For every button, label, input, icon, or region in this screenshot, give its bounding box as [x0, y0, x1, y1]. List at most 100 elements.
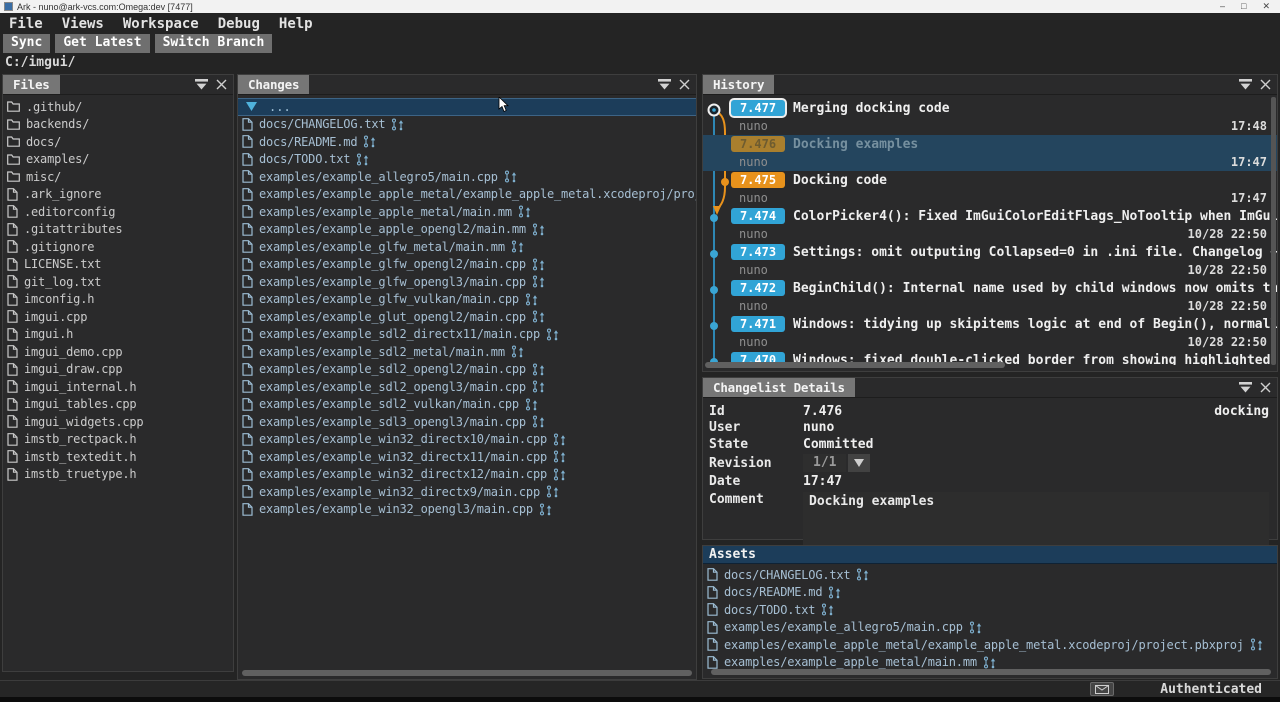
file-tree-item[interactable]: .gitattributes [3, 221, 233, 239]
file-tree-item[interactable]: imgui.h [3, 326, 233, 344]
file-tree-item[interactable]: imstb_textedit.h [3, 448, 233, 466]
history-entry[interactable]: 7.473 Settings: omit outputing Collapsed… [703, 243, 1277, 279]
changed-file-row[interactable]: examples/example_win32_directx12/main.cp… [238, 466, 696, 484]
file-tree-item[interactable]: imgui.cpp [3, 308, 233, 326]
changed-file-row[interactable]: examples/example_sdl2_vulkan/main.cpp [238, 396, 696, 414]
expand-triangle-icon[interactable] [246, 102, 257, 111]
history-entry[interactable]: 7.471 Windows: tidying up skipitems logi… [703, 315, 1277, 351]
filter-icon[interactable] [658, 79, 671, 90]
asset-row[interactable]: docs/TODO.txt [703, 601, 1277, 619]
filter-icon[interactable] [195, 79, 208, 90]
menu-item[interactable]: Workspace [123, 16, 199, 32]
changed-file-row[interactable]: examples/example_win32_directx11/main.cp… [238, 448, 696, 466]
file-tree-item[interactable]: misc/ [3, 168, 233, 186]
assets-header: Assets [703, 546, 1277, 564]
file-tree-item[interactable]: docs/ [3, 133, 233, 151]
history-entry[interactable]: 7.476 Docking examples nuno 17:47 [703, 135, 1277, 171]
asset-row[interactable]: examples/example_allegro5/main.cpp [703, 619, 1277, 637]
file-tree-item[interactable]: imgui_demo.cpp [3, 343, 233, 361]
file-name: .github/ [26, 100, 82, 114]
changed-file-row[interactable]: docs/CHANGELOG.txt [238, 116, 696, 134]
file-tree-item[interactable]: .gitignore [3, 238, 233, 256]
dropdown-arrow-icon[interactable] [848, 454, 870, 472]
file-tree-item[interactable]: .ark_ignore [3, 186, 233, 204]
file-tree-item[interactable]: imgui_internal.h [3, 378, 233, 396]
file-tree-item[interactable]: imconfig.h [3, 291, 233, 309]
window-close-icon[interactable]: ✕ [1262, 1, 1270, 12]
changed-file-row[interactable]: examples/example_allegro5/main.cpp [238, 168, 696, 186]
file-tree-item[interactable]: imgui_tables.cpp [3, 396, 233, 414]
changed-file-row[interactable]: examples/example_win32_directx10/main.cp… [238, 431, 696, 449]
file-name: imgui.h [24, 327, 73, 341]
filter-icon[interactable] [1239, 79, 1252, 90]
toolbar-button[interactable]: Get Latest [55, 34, 149, 53]
changes-group-row[interactable]: ... [238, 98, 696, 116]
history-entry[interactable]: 7.477 Merging docking code nuno 17:48 [703, 99, 1277, 135]
changed-file-row[interactable]: examples/example_apple_metal/main.mm [238, 203, 696, 221]
tab-changes[interactable]: Changes [238, 75, 309, 94]
file-tree-item[interactable]: git_log.txt [3, 273, 233, 291]
changed-file-row[interactable]: examples/example_glfw_vulkan/main.cpp [238, 291, 696, 309]
changed-file-row[interactable]: docs/TODO.txt [238, 151, 696, 169]
menu-item[interactable]: Help [279, 16, 313, 32]
changed-file-row[interactable]: examples/example_sdl2_opengl3/main.cpp [238, 378, 696, 396]
menu-item[interactable]: Views [62, 16, 104, 32]
changed-file-row[interactable]: docs/README.md [238, 133, 696, 151]
close-icon[interactable] [216, 79, 227, 90]
toolbar-button[interactable]: Switch Branch [155, 34, 273, 53]
asset-row[interactable]: docs/README.md [703, 584, 1277, 602]
changed-file-row[interactable]: examples/example_win32_directx9/main.cpp [238, 483, 696, 501]
history-entry[interactable]: 7.475 Docking code nuno 17:47 [703, 171, 1277, 207]
comment-textarea[interactable]: Docking examples [803, 492, 1269, 548]
menu-item[interactable]: Debug [218, 16, 260, 32]
file-tree-item[interactable]: imstb_rectpack.h [3, 431, 233, 449]
changed-file-row[interactable]: examples/example_apple_opengl2/main.mm [238, 221, 696, 239]
menu-item[interactable]: File [9, 16, 43, 32]
changed-file-row[interactable]: examples/example_sdl2_directx11/main.cpp [238, 326, 696, 344]
file-tree-item[interactable]: imgui_draw.cpp [3, 361, 233, 379]
file-icon [242, 310, 253, 323]
asset-row[interactable]: examples/example_apple_metal/example_app… [703, 636, 1277, 654]
horizontal-scrollbar[interactable] [705, 362, 1005, 368]
revision-select[interactable]: 1/1 [803, 454, 846, 472]
mail-icon[interactable] [1090, 682, 1114, 696]
asset-row[interactable]: docs/CHANGELOG.txt [703, 566, 1277, 584]
toolbar-button[interactable]: Sync [3, 34, 50, 53]
changed-file-row[interactable]: examples/example_win32_opengl3/main.cpp [238, 501, 696, 519]
file-tree-item[interactable]: imstb_truetype.h [3, 466, 233, 484]
filter-icon[interactable] [1239, 382, 1252, 393]
history-entry[interactable]: 7.474 ColorPicker4(): Fixed ImGuiColorEd… [703, 207, 1277, 243]
tab-history[interactable]: History [703, 75, 774, 94]
tab-files[interactable]: Files [3, 75, 60, 94]
close-icon[interactable] [1260, 382, 1271, 393]
horizontal-scrollbar[interactable] [242, 670, 692, 676]
changed-file-path: examples/example_sdl2_metal/main.mm [259, 345, 505, 359]
changed-file-row[interactable]: examples/example_apple_metal/example_app… [238, 186, 696, 204]
file-name: imgui_tables.cpp [24, 397, 136, 411]
close-icon[interactable] [1260, 79, 1271, 90]
changed-file-row[interactable]: examples/example_sdl2_metal/main.mm [238, 343, 696, 361]
changed-file-row[interactable]: examples/example_sdl3_opengl3/main.cpp [238, 413, 696, 431]
file-tree-item[interactable]: .editorconfig [3, 203, 233, 221]
changed-file-path: examples/example_apple_opengl2/main.mm [259, 222, 526, 236]
changed-file-row[interactable]: examples/example_glfw_opengl3/main.cpp [238, 273, 696, 291]
changed-file-row[interactable]: examples/example_glut_opengl2/main.cpp [238, 308, 696, 326]
file-tree-item[interactable]: LICENSE.txt [3, 256, 233, 274]
close-icon[interactable] [679, 79, 690, 90]
horizontal-scrollbar[interactable] [711, 669, 1271, 675]
file-tree-item[interactable]: backends/ [3, 116, 233, 134]
changed-file-path: examples/example_win32_opengl3/main.cpp [259, 502, 533, 516]
file-tree-item[interactable]: .github/ [3, 98, 233, 116]
minimize-icon[interactable]: – [1220, 1, 1225, 12]
file-tree-item[interactable]: imgui_widgets.cpp [3, 413, 233, 431]
file-tree-item[interactable]: examples/ [3, 151, 233, 169]
tab-changelist-details[interactable]: Changelist Details [703, 378, 855, 397]
vertical-scrollbar[interactable] [1271, 97, 1276, 365]
changed-file-row[interactable]: examples/example_glfw_metal/main.mm [238, 238, 696, 256]
changed-file-row[interactable]: examples/example_glfw_opengl2/main.cpp [238, 256, 696, 274]
changed-file-row[interactable]: examples/example_sdl2_opengl2/main.cpp [238, 361, 696, 379]
window-title: Ark - nuno@ark-vcs.com:Omega:dev [7477] [17, 2, 1220, 12]
maximize-icon[interactable]: □ [1241, 1, 1246, 12]
asset-row[interactable]: examples/example_apple_metal/main.mm [703, 654, 1277, 671]
history-entry[interactable]: 7.472 BeginChild(): Internal name used b… [703, 279, 1277, 315]
